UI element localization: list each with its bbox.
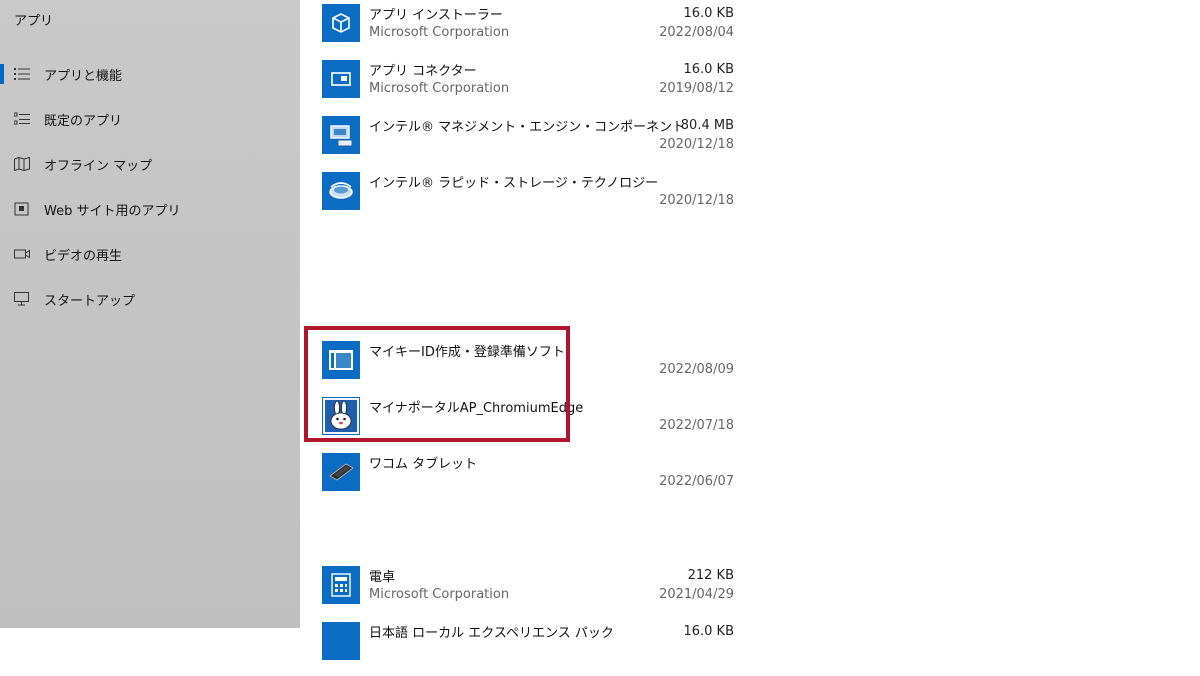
tablet-icon (322, 453, 360, 491)
app-name: マイキーID作成・登録準備ソフト (369, 345, 565, 360)
nav-startup[interactable]: スタートアップ (0, 279, 300, 319)
window-app-icon (322, 341, 360, 379)
app-list-item[interactable]: 日本語 ローカル エクスペリエンス パック 16.0 KB (322, 620, 742, 676)
selected-indicator (0, 64, 4, 84)
app-list-item[interactable]: インテル® マネジメント・エンジン・コンポーネント 80.4 MB 2020/1… (322, 114, 742, 170)
app-name: アプリ コネクター (369, 64, 477, 79)
app-list-item[interactable]: マイキーID作成・登録準備ソフト 2022/08/09 (322, 339, 742, 395)
app-publisher: Microsoft Corporation (369, 587, 510, 602)
app-install-date: 2022/08/09 (659, 362, 734, 377)
nav-label: Web サイト用のアプリ (44, 203, 181, 219)
nav-apps-and-features[interactable]: アプリと機能 (0, 54, 300, 94)
sidebar: アプリ アプリと機能 既定のアプリ オフライン マップ Web サイト用のアプリ (0, 0, 300, 628)
default-apps-icon (14, 112, 30, 125)
box-icon (322, 4, 360, 42)
app-name: インテル® ラピッド・ストレージ・テクノロジー (369, 176, 659, 191)
nav-label: オフライン マップ (44, 158, 153, 174)
app-size: 212 KB (687, 568, 734, 583)
app-list-item[interactable]: 電卓 Microsoft Corporation 212 KB 2021/04/… (322, 564, 742, 620)
web-apps-icon (14, 202, 29, 216)
app-size: 16.0 KB (683, 6, 734, 21)
intel-rst-icon (322, 172, 360, 210)
app-install-date: 2020/12/18 (659, 193, 734, 208)
nav-label: スタートアップ (44, 293, 136, 309)
app-install-date: 2020/12/18 (659, 137, 734, 152)
connector-icon (322, 60, 360, 98)
app-list-item[interactable]: マイナポータルAP_ChromiumEdge 2022/07/18 (322, 395, 742, 451)
app-name: ワコム タブレット (369, 457, 478, 472)
app-size: 16.0 KB (683, 624, 734, 639)
nav-label: 既定のアプリ (44, 113, 123, 129)
app-list-item[interactable]: アプリ インストーラー Microsoft Corporation 16.0 K… (322, 2, 742, 58)
app-list-item[interactable]: インテル® ラピッド・ストレージ・テクノロジー 2020/12/18 (322, 170, 742, 226)
app-size: 80.4 MB (680, 118, 734, 133)
apps-list-icon (14, 68, 30, 80)
offline-map-icon (14, 157, 30, 171)
app-install-date: 2022/08/04 (659, 25, 734, 40)
mynaportal-rabbit-icon (322, 397, 360, 435)
nav-default-apps[interactable]: 既定のアプリ (0, 99, 300, 139)
app-install-date: 2022/07/18 (659, 418, 734, 433)
app-list-item[interactable]: ワコム タブレット 2022/06/07 (322, 451, 742, 507)
app-name: 日本語 ローカル エクスペリエンス パック (369, 626, 614, 641)
video-icon (14, 249, 30, 259)
app-install-date: 2022/06/07 (659, 474, 734, 489)
calculator-icon (322, 566, 360, 604)
nav-label: ビデオの再生 (44, 248, 123, 264)
app-name: 電卓 (369, 570, 396, 585)
nav-apps-for-websites[interactable]: Web サイト用のアプリ (0, 189, 300, 229)
nav-video-playback[interactable]: ビデオの再生 (0, 234, 300, 274)
app-list-item[interactable]: アプリ コネクター Microsoft Corporation 16.0 KB … (322, 58, 742, 114)
sidebar-title: アプリ (14, 14, 54, 29)
app-name: インテル® マネジメント・エンジン・コンポーネント (369, 120, 686, 135)
app-publisher: Microsoft Corporation (369, 81, 510, 96)
nav-offline-maps[interactable]: オフライン マップ (0, 144, 300, 184)
app-install-date: 2019/08/12 (659, 81, 734, 96)
startup-icon (14, 292, 29, 306)
app-name: アプリ インストーラー (369, 8, 503, 23)
app-install-date: 2021/04/29 (659, 587, 734, 602)
intel-me-icon (322, 116, 360, 154)
app-publisher: Microsoft Corporation (369, 25, 510, 40)
app-size: 16.0 KB (683, 62, 734, 77)
app-name: マイナポータルAP_ChromiumEdge (369, 401, 584, 416)
nav-label: アプリと機能 (44, 68, 123, 84)
